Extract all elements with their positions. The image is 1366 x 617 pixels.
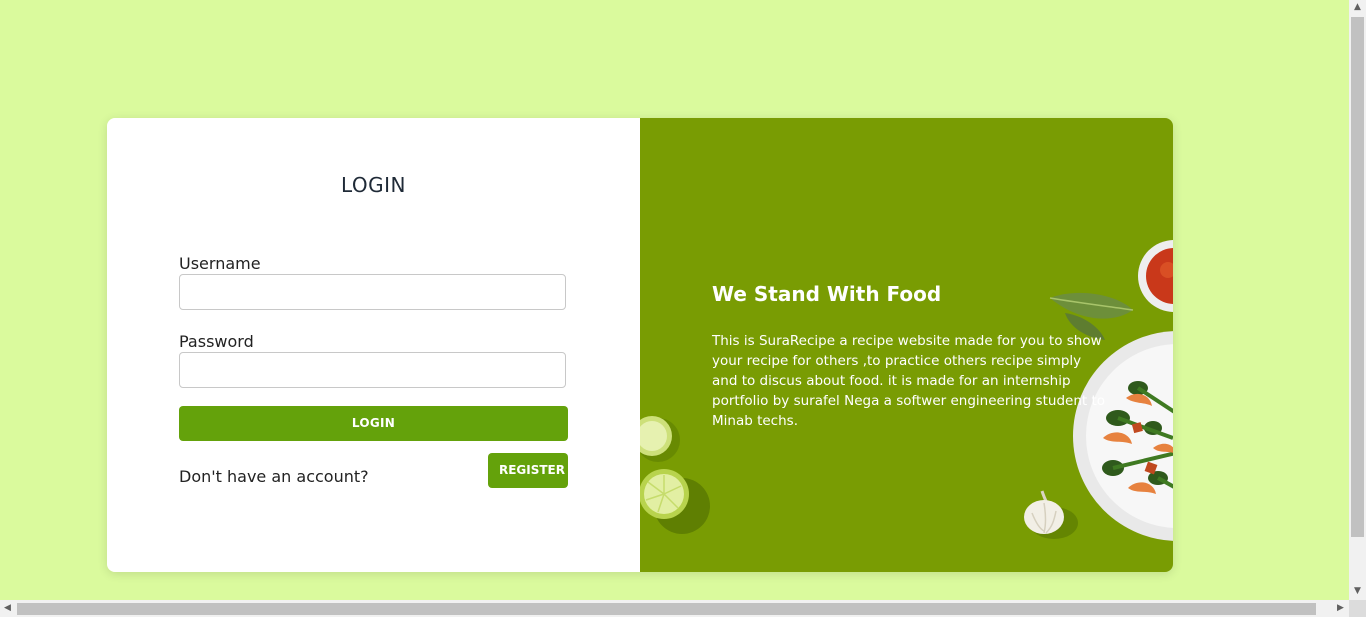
scroll-up-arrow-icon[interactable]: ▲ <box>1354 2 1361 12</box>
login-title: LOGIN <box>340 173 407 197</box>
scrollbar-corner <box>1349 600 1366 617</box>
scroll-down-arrow-icon[interactable]: ▼ <box>1354 586 1361 596</box>
username-input[interactable] <box>179 274 566 310</box>
horizontal-scrollbar-thumb[interactable] <box>17 603 1316 615</box>
promo-title: We Stand With Food <box>712 282 942 306</box>
password-input[interactable] <box>179 352 566 388</box>
login-button[interactable]: LOGIN <box>179 406 568 441</box>
register-button[interactable]: REGISTER <box>488 453 568 488</box>
no-account-text: Don't have an account? <box>179 467 369 486</box>
promo-panel: We Stand With Food This is SuraRecipe a … <box>640 118 1173 572</box>
username-label: Username <box>179 254 261 273</box>
login-form-panel: LOGIN Username Password LOGIN Don't have… <box>107 118 640 572</box>
password-label: Password <box>179 332 254 351</box>
garlic-image <box>1024 490 1078 539</box>
vertical-scrollbar-thumb[interactable] <box>1351 17 1364 537</box>
scroll-left-arrow-icon[interactable]: ◀ <box>4 603 11 613</box>
promo-description: This is SuraRecipe a recipe website made… <box>712 333 1106 429</box>
login-card: LOGIN Username Password LOGIN Don't have… <box>107 118 1173 572</box>
lime-slices-image <box>640 416 710 534</box>
scroll-right-arrow-icon[interactable]: ▶ <box>1337 603 1344 613</box>
sauce-bowl-image <box>1138 240 1173 312</box>
